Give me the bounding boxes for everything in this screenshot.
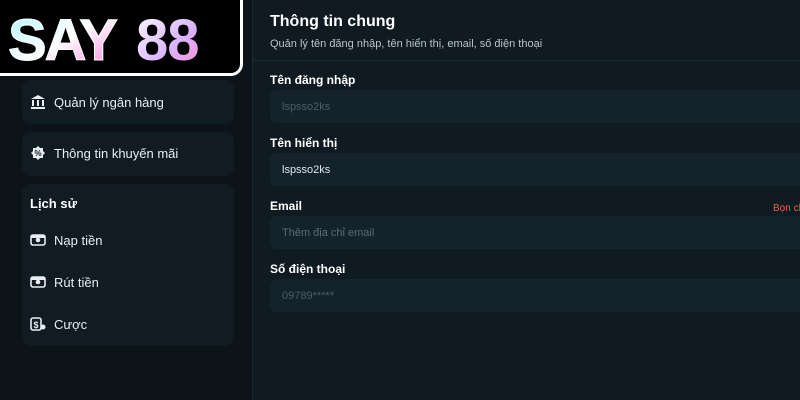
svg-text:%: %	[34, 149, 41, 158]
withdraw-icon	[30, 274, 46, 290]
svg-text:SAY: SAY	[8, 8, 117, 73]
email-field-box	[270, 216, 800, 249]
sidebar-item-label: Nạp tiền	[54, 232, 103, 248]
email-label: Email	[270, 199, 303, 213]
username-field-box	[270, 90, 800, 123]
main-header: Thông tin chung Quản lý tên đăng nhập, t…	[253, 0, 800, 61]
sidebar-item-bank[interactable]: Quản lý ngân hàng	[30, 94, 164, 110]
bank-icon	[30, 94, 46, 110]
phone-label: Số điện thoại	[270, 262, 346, 276]
logo-graphic: SAY 88	[8, 8, 200, 74]
username-label: Tên đăng nhập	[270, 73, 356, 87]
deposit-icon	[30, 232, 46, 248]
phone-field-box	[270, 279, 800, 312]
email-link[interactable]: Bọn ch	[773, 203, 800, 214]
display-name-field[interactable]	[280, 162, 800, 177]
promo-icon: %	[30, 145, 46, 161]
main-panel: Thông tin chung Quản lý tên đăng nhập, t…	[252, 0, 800, 400]
sidebar-item-withdraw[interactable]: Rút tiền	[30, 274, 99, 290]
username-field[interactable]	[280, 99, 800, 114]
sidebar-item-label: Thông tin khuyến mãi	[54, 145, 179, 161]
svg-text:88: 88	[136, 8, 199, 73]
display-name-field-box	[270, 153, 800, 186]
page-title: Thông tin chung	[270, 13, 396, 30]
sidebar-item-promo[interactable]: % Thông tin khuyến mãi	[30, 145, 178, 161]
history-section-title: Lịch sử	[30, 196, 77, 211]
email-field[interactable]	[280, 225, 800, 240]
bet-icon: $	[30, 316, 46, 332]
phone-field[interactable]	[280, 288, 800, 303]
sidebar-item-bet[interactable]: $ Cược	[30, 316, 87, 332]
page-subtitle: Quản lý tên đăng nhập, tên hiển thị, ema…	[270, 38, 543, 50]
display-name-label: Tên hiển thị	[270, 136, 338, 150]
sidebar-item-label: Quản lý ngân hàng	[54, 94, 164, 110]
svg-text:$: $	[33, 320, 38, 330]
sidebar-item-label: Cược	[54, 316, 88, 332]
brand-logo[interactable]: SAY 88	[0, 0, 243, 76]
sidebar-item-label: Rút tiền	[54, 274, 99, 290]
sidebar-item-deposit[interactable]: Nạp tiền	[30, 232, 102, 248]
